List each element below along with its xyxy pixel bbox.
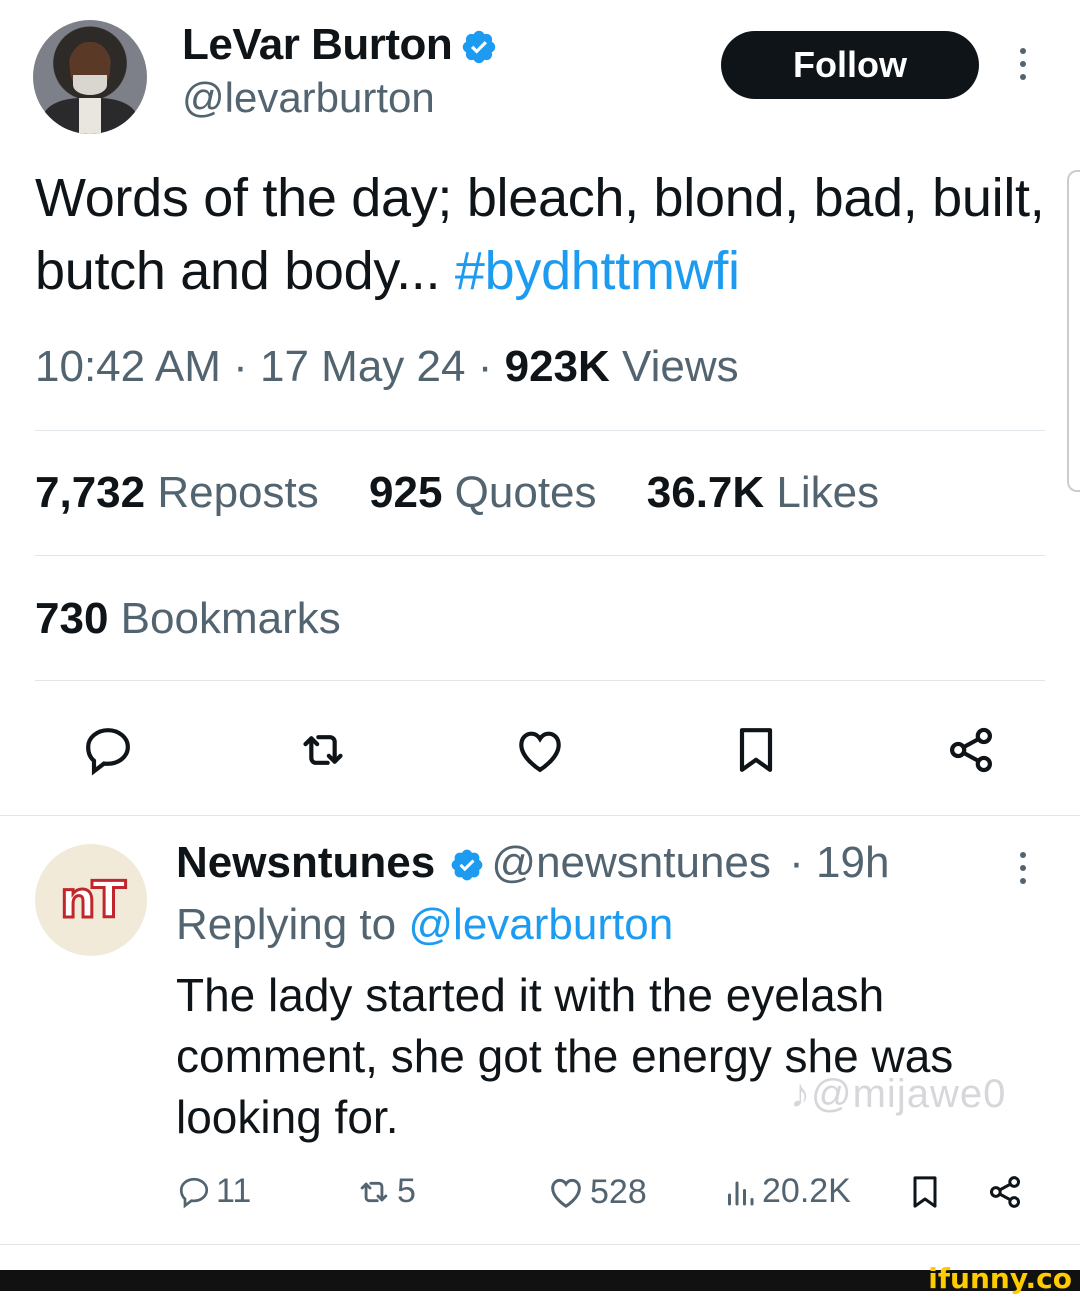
verified-badge-icon — [452, 850, 483, 881]
verified-badge-icon — [463, 31, 496, 64]
reply-replies-count: 11 — [216, 1172, 252, 1210]
reposts-count: 7,732 — [35, 468, 146, 517]
share-icon[interactable] — [943, 722, 999, 778]
reply-views-action[interactable]: 20.2K — [722, 1172, 851, 1211]
divider — [35, 680, 1045, 681]
likes-count: 36.7K — [646, 468, 765, 517]
reply-icon — [179, 1177, 209, 1208]
section-divider — [0, 1244, 1080, 1245]
ifunny-logo: ifunny.co — [928, 1262, 1072, 1295]
reply-author-row[interactable]: Newsntunes @newsntunes · 19h — [176, 838, 889, 888]
share-icon[interactable] — [985, 1172, 1025, 1212]
quotes-count: 925 — [369, 468, 443, 517]
reply-like-action[interactable]: 528 — [546, 1172, 647, 1212]
repost-icon — [360, 1181, 388, 1202]
reply-icon[interactable] — [80, 722, 136, 778]
reply-avatar-logo: nT — [59, 870, 128, 931]
follow-button[interactable]: Follow — [721, 31, 979, 99]
reply-author-handle[interactable]: @newsntunes — [491, 838, 771, 887]
replying-to: Replying to @levarburton — [176, 900, 673, 950]
tiktok-watermark: ♪@mijawe0 — [790, 1072, 1007, 1116]
views-count: 923K — [504, 342, 610, 391]
reply-views-count: 20.2K — [762, 1172, 851, 1210]
reply-text: The lady started it with the eyelash com… — [176, 969, 954, 1143]
bookmarks-label: Bookmarks — [120, 594, 341, 643]
divider — [35, 430, 1045, 431]
like-icon — [551, 1178, 581, 1208]
reply-age[interactable]: 19h — [816, 838, 889, 887]
reply-reposts-count: 5 — [397, 1172, 416, 1210]
likes-stat[interactable]: 36.7K Likes — [647, 468, 879, 517]
bookmarks-stat[interactable]: 730 Bookmarks — [35, 594, 341, 644]
views-icon — [728, 1181, 754, 1205]
reply-avatar[interactable]: nT — [35, 844, 147, 956]
more-icon[interactable] — [1018, 48, 1028, 87]
tweet-meta: 10:42 AM · 17 May 24 · 923K Views — [35, 342, 739, 391]
replying-prefix: Replying to — [176, 900, 397, 949]
reply-repost-action[interactable]: 5 — [355, 1172, 416, 1211]
tweet-time[interactable]: 10:42 AM — [35, 342, 221, 391]
hashtag-link[interactable]: #bydhttmwfi — [455, 241, 740, 301]
repost-icon[interactable] — [295, 722, 351, 778]
quotes-label: Quotes — [454, 468, 597, 517]
bookmarks-count: 730 — [35, 594, 109, 643]
reposts-label: Reposts — [157, 468, 319, 517]
more-icon[interactable] — [1018, 852, 1028, 891]
author-handle[interactable]: @levarburton — [182, 74, 435, 122]
views-label: Views — [622, 342, 739, 391]
engagement-stats: 7,732 Reposts 925 Quotes 36.7K Likes — [35, 468, 917, 518]
bookmark-icon[interactable] — [905, 1172, 945, 1212]
bookmark-icon[interactable] — [728, 722, 784, 778]
reply-reply-action[interactable]: 11 — [176, 1172, 251, 1211]
divider — [35, 555, 1045, 556]
reply-separator: · — [776, 838, 817, 887]
author-avatar[interactable] — [33, 20, 147, 134]
reposts-stat[interactable]: 7,732 Reposts — [35, 468, 319, 517]
replying-handle-link[interactable]: @levarburton — [408, 900, 673, 949]
quotes-stat[interactable]: 925 Quotes — [369, 468, 597, 517]
section-divider — [0, 815, 1080, 816]
reply-likes-count: 528 — [590, 1172, 647, 1211]
author-name-row[interactable]: LeVar Burton — [182, 20, 498, 70]
like-icon[interactable] — [512, 722, 568, 778]
likes-label: Likes — [776, 468, 880, 517]
tweet-date[interactable]: 17 May 24 — [260, 342, 465, 391]
tweet-text: Words of the day; bleach, blond, bad, bu… — [35, 162, 1045, 308]
scrollbar[interactable] — [1067, 170, 1080, 492]
author-name[interactable]: LeVar Burton — [182, 20, 453, 69]
reply-author-name[interactable]: Newsntunes — [176, 838, 435, 887]
footer-bar — [0, 1270, 1080, 1291]
